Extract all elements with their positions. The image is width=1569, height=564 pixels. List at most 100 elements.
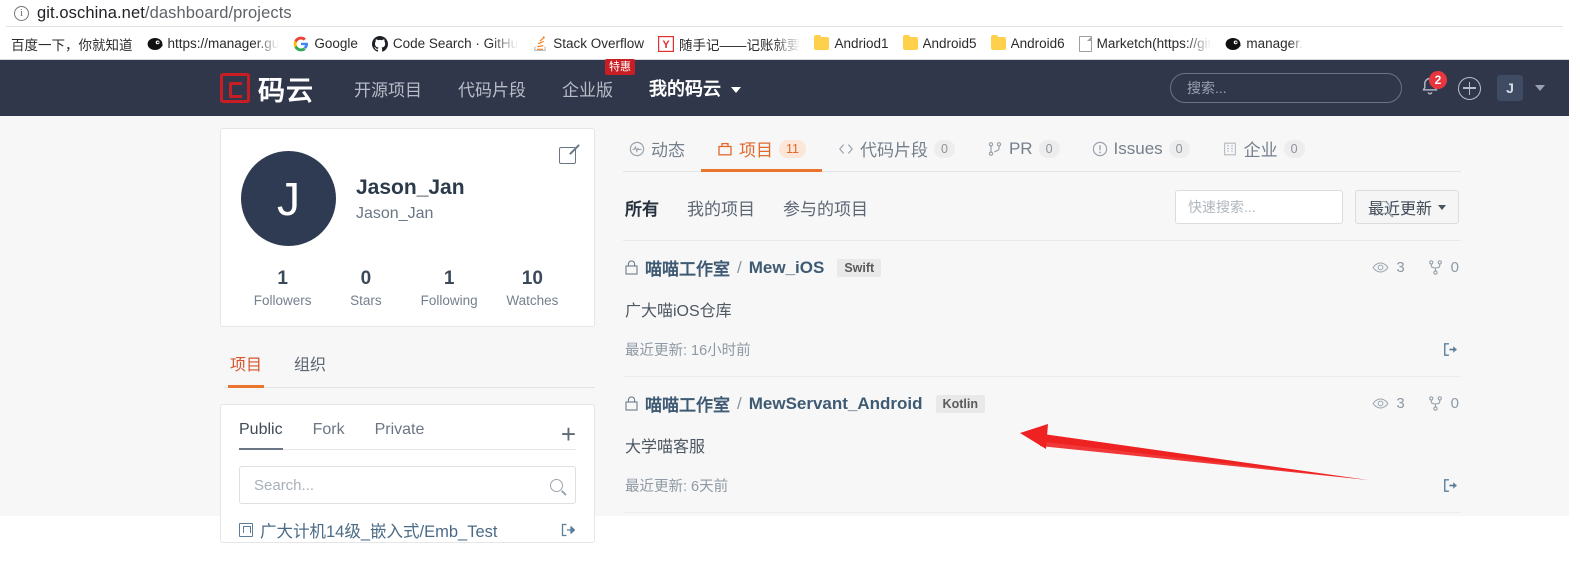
main-content: 动态 项目 11 代码片段 0 PR 0 Issues 0 企业 0 所有 我的… (623, 128, 1461, 516)
bookmark-manager[interactable]: manager. (1218, 33, 1309, 55)
global-search-input[interactable] (1170, 73, 1402, 103)
user-menu[interactable]: J (1497, 75, 1545, 101)
filter-all[interactable]: 所有 (625, 195, 659, 220)
navbar-right: 2 J (1170, 71, 1545, 103)
profile-names: Jason_Jan Jason_Jan (356, 174, 465, 222)
search-icon[interactable] (1376, 200, 1390, 214)
profile-display-name: Jason_Jan (356, 176, 465, 200)
bookmark-label: Android6 (1010, 36, 1065, 51)
tab-issues[interactable]: Issues 0 (1076, 128, 1206, 172)
tab-activity[interactable]: 动态 (623, 128, 701, 172)
bird-icon (147, 37, 163, 50)
bookmark-google[interactable]: Google (286, 33, 365, 55)
fork-count[interactable]: 0 (1427, 395, 1459, 412)
bookmark-android5[interactable]: Android5 (896, 33, 984, 54)
tab-count: 0 (933, 139, 955, 158)
document-icon (1078, 35, 1092, 52)
bookmark-label: Code Search · GitHu (392, 36, 519, 51)
address-bar[interactable]: git.oschina.net/dashboard/projects (6, 1, 1563, 27)
bookmark-label: 百度一下，你就知道 (11, 37, 133, 53)
stat-label: Watches (506, 293, 559, 308)
bookmark-manager-gu[interactable]: https://manager.gu (140, 33, 287, 55)
sidebar-repo-name: 广大计机14级_嵌入式/Emb_Test (260, 523, 498, 541)
sidebar-tab-label: 组织 (294, 357, 327, 374)
stackoverflow-icon (534, 35, 546, 51)
profile-header: J Jason_Jan Jason_Jan (241, 151, 574, 246)
chevron-down-icon (1535, 85, 1545, 91)
sidebar-filter-public[interactable]: Public (239, 421, 283, 450)
stat-followers[interactable]: 1 Followers (241, 268, 324, 308)
bookmark-label: 随手记——记账就要 (678, 37, 801, 53)
bookmark-marketch[interactable]: Marketch(https://git (1072, 33, 1219, 55)
eye-icon (1372, 262, 1389, 273)
sidebar-tab-organizations[interactable]: 组织 (292, 345, 328, 388)
project-name-link[interactable]: Mew_iOS (749, 258, 825, 278)
sort-dropdown[interactable]: 最近更新 (1354, 190, 1459, 224)
export-icon[interactable] (1442, 477, 1459, 494)
edit-pencil-icon[interactable] (559, 147, 576, 164)
stat-stars[interactable]: 0 Stars (324, 268, 407, 308)
tab-code-snippets[interactable]: 代码片段 0 (822, 128, 971, 172)
nav-link-label: 我的码云 (649, 79, 721, 99)
project-list-item: 喵喵工作室 / Mew_iOS Swift 3 0 广大喵iOS仓库 最近更新:… (623, 241, 1461, 377)
watch-value: 3 (1396, 395, 1405, 412)
info-circle-icon[interactable] (14, 5, 29, 21)
repo-icon (718, 142, 732, 155)
tab-projects[interactable]: 项目 11 (701, 128, 822, 172)
filter-label: Public (239, 421, 283, 438)
watch-count[interactable]: 3 (1372, 395, 1405, 412)
bookmark-andriod1[interactable]: Andriod1 (807, 33, 895, 54)
sidebar-repo-card: Public Fork Private + 广大计机14级_嵌入式/Emb_Te… (220, 404, 595, 543)
project-owner-link[interactable]: 喵喵工作室 (645, 391, 730, 416)
nav-enterprise-edition[interactable]: 企业版 特惠 (544, 58, 635, 101)
watch-value: 3 (1396, 259, 1405, 276)
site-navbar: 码云 开源项目 代码片段 企业版 特惠 我的码云 2 J (0, 58, 1569, 116)
activity-icon (629, 141, 645, 156)
sidebar-filter-fork[interactable]: Fork (313, 421, 345, 450)
filter-my-projects[interactable]: 我的项目 (687, 195, 755, 220)
notifications-button[interactable]: 2 (1418, 71, 1447, 101)
bookmark-label: https://manager.gu (167, 36, 280, 51)
sidebar-search[interactable] (239, 466, 576, 504)
project-name-link[interactable]: MewServant_Android (749, 394, 923, 414)
project-owner-link[interactable]: 喵喵工作室 (645, 255, 730, 280)
bookmark-stack-overflow[interactable]: Stack Overflow (525, 33, 651, 55)
quick-search[interactable] (1174, 190, 1390, 224)
tab-label: 代码片段 (859, 141, 928, 160)
url-path: /dashboard/projects (144, 4, 292, 22)
nav-code-snippets[interactable]: 代码片段 (440, 76, 544, 101)
bookmark-suishouji[interactable]: Y 随手记——记账就要 (651, 31, 808, 57)
bookmark-baidu[interactable]: 百度一下，你就知道 (4, 31, 140, 57)
tab-pull-requests[interactable]: PR 0 (971, 128, 1076, 172)
tab-enterprise[interactable]: 企业 0 (1206, 128, 1321, 172)
project-meta: 3 0 (1372, 395, 1459, 412)
quick-search-input[interactable] (1185, 198, 1371, 216)
lock-icon (625, 396, 638, 411)
project-header: 喵喵工作室 / Mew_iOS Swift 3 0 (625, 255, 1459, 280)
watch-count[interactable]: 3 (1372, 259, 1405, 276)
nav-my-gitee[interactable]: 我的码云 (631, 75, 759, 101)
bookmark-android6[interactable]: Android6 (984, 33, 1072, 54)
sidebar-filter-private[interactable]: Private (375, 421, 425, 450)
fork-count[interactable]: 0 (1427, 259, 1459, 276)
search-input[interactable] (252, 475, 550, 495)
export-icon[interactable] (1442, 341, 1459, 358)
tab-label: PR (1008, 138, 1033, 158)
add-repo-button[interactable]: + (561, 421, 576, 449)
stat-watches[interactable]: 10 Watches (491, 268, 574, 308)
search-icon[interactable] (550, 478, 563, 492)
export-icon[interactable] (560, 522, 576, 538)
sidebar-repo-filters: Public Fork Private + (239, 421, 576, 450)
promo-badge: 特惠 (605, 58, 635, 75)
project-header: 喵喵工作室 / MewServant_Android Kotlin 3 0 (625, 391, 1459, 416)
code-icon (839, 143, 853, 154)
sidebar-tab-projects[interactable]: 项目 (228, 345, 265, 388)
sidebar-repo-item[interactable]: 广大计机14级_嵌入式/Emb_Test (239, 518, 576, 542)
nav-open-source-projects[interactable]: 开源项目 (336, 76, 440, 101)
filter-participating-projects[interactable]: 参与的项目 (783, 195, 868, 220)
gitee-logo-link[interactable]: 码云 (220, 69, 314, 108)
bookmark-code-search-github[interactable]: Code Search · GitHu (365, 33, 525, 55)
stat-following[interactable]: 1 Following (408, 268, 491, 308)
create-new-button[interactable] (1458, 76, 1481, 100)
folder-icon (990, 35, 1006, 50)
